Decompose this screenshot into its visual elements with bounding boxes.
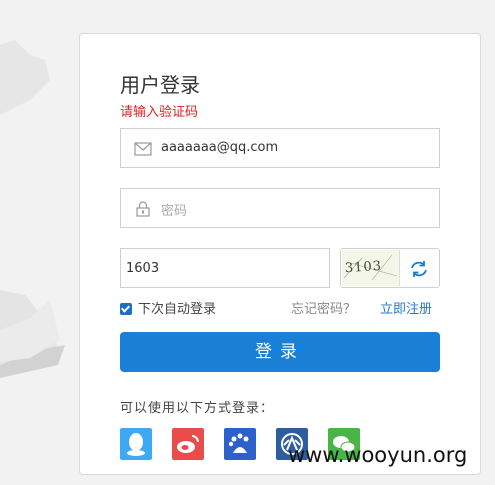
weibo-icon <box>177 435 199 453</box>
mail-icon <box>134 142 152 156</box>
remember-label: 下次自动登录 <box>138 302 217 317</box>
login-button[interactable]: 登录 <box>120 332 440 372</box>
page-title: 用户登录 <box>120 73 200 97</box>
refresh-icon[interactable] <box>409 259 429 279</box>
watermark: www.wooyun.org <box>288 443 468 467</box>
captcha-widget: 3103 <box>340 248 440 288</box>
qq-login-button[interactable] <box>120 428 152 460</box>
password-placeholder: 密码 <box>161 204 188 219</box>
captcha-image[interactable]: 3103 <box>342 250 400 286</box>
lock-icon <box>136 201 150 217</box>
other-login-methods-label: 可以使用以下方式登录： <box>120 401 275 416</box>
email-value: aaaaaaa@qq.com <box>161 140 279 155</box>
remember-me[interactable]: 下次自动登录 <box>120 298 216 317</box>
captcha-value: 1603 <box>126 261 160 276</box>
captcha-input[interactable]: 1603 <box>120 248 330 288</box>
login-panel: 用户登录 请输入验证码 aaaaaaa@qq.com 密码 1603 3103 <box>79 33 481 475</box>
register-link[interactable]: 立即注册 <box>380 298 432 317</box>
email-field[interactable]: aaaaaaa@qq.com <box>120 128 440 168</box>
captcha-image-text: 3103 <box>344 258 383 277</box>
error-message: 请输入验证码 <box>120 105 199 120</box>
remember-checkbox[interactable] <box>120 303 132 315</box>
baidu-login-button[interactable] <box>224 428 256 460</box>
forgot-password-link[interactable]: 忘记密码？ <box>291 298 356 317</box>
qq-icon <box>127 433 145 456</box>
weibo-login-button[interactable] <box>172 428 204 460</box>
password-field[interactable]: 密码 <box>120 188 440 228</box>
baidu-icon <box>228 433 249 453</box>
